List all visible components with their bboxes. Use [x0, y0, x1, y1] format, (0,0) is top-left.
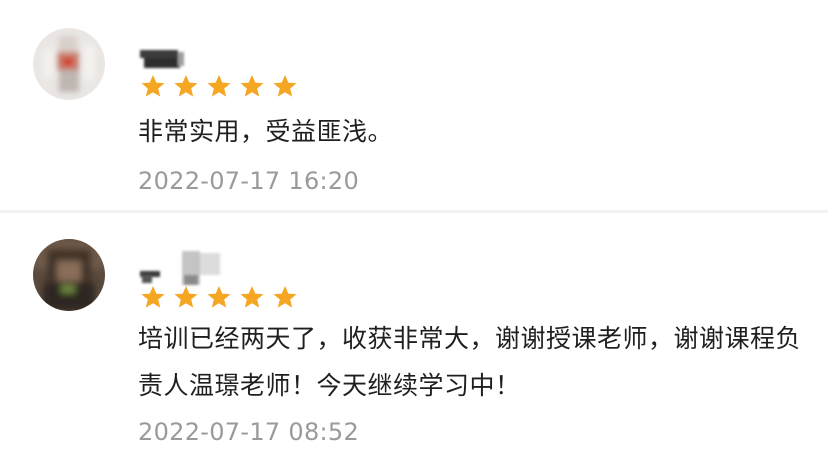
star-icon	[141, 75, 165, 97]
star-icon	[141, 286, 165, 308]
review-comment: 非常实用，受益匪浅。	[138, 117, 394, 146]
review-timestamp: 2022-07-17 16:20	[138, 167, 360, 195]
avatar[interactable]	[33, 239, 105, 311]
username-redacted	[138, 249, 228, 289]
star-icon	[273, 286, 297, 308]
star-icon	[240, 286, 264, 308]
star-icon	[240, 75, 264, 97]
username-redacted	[138, 48, 188, 72]
star-icon	[273, 75, 297, 97]
blurred-avatar-image	[33, 28, 105, 100]
star-icon	[174, 75, 198, 97]
review-item: 非常实用，受益匪浅。 2022-07-17 16:20	[0, 0, 828, 210]
review-comment: 培训已经两天了，收获非常大，谢谢授课老师，谢谢课程负责人温璟老师！今天继续学习中…	[138, 324, 802, 400]
blurred-avatar-image	[33, 239, 105, 311]
star-icon	[174, 286, 198, 308]
review-timestamp: 2022-07-17 08:52	[138, 418, 360, 446]
rating-stars	[140, 285, 298, 309]
review-list: 非常实用，受益匪浅。 2022-07-17 16:20 培训已经两天了，收获非常…	[0, 0, 828, 464]
star-icon	[207, 75, 231, 97]
review-item: 培训已经两天了，收获非常大，谢谢授课老师，谢谢课程负责人温璟老师！今天继续学习中…	[0, 213, 828, 464]
rating-stars	[140, 74, 298, 98]
avatar[interactable]	[33, 28, 105, 100]
star-icon	[207, 286, 231, 308]
